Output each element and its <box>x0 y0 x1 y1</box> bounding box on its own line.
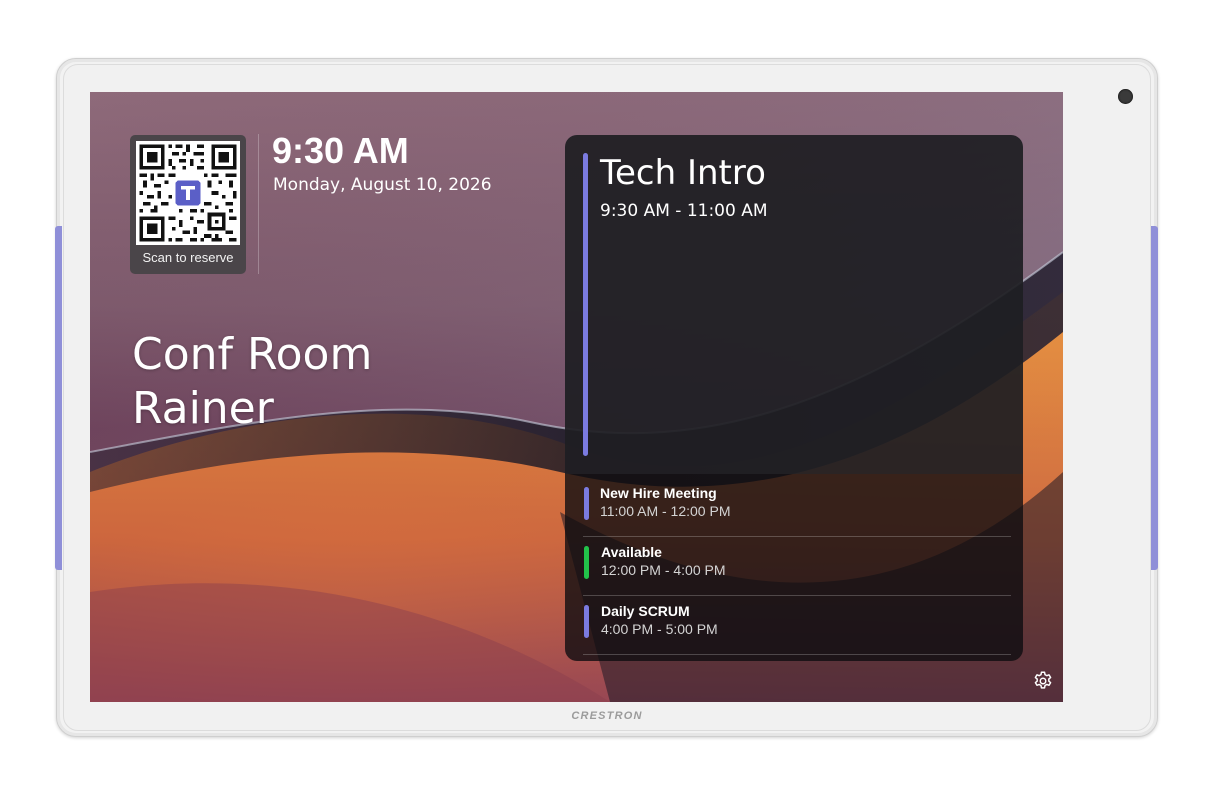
event-title: Available <box>601 544 662 560</box>
status-light-right <box>1151 226 1158 570</box>
qr-code-icon <box>136 141 240 245</box>
list-item[interactable]: New Hire Meeting 11:00 AM - 12:00 PM <box>583 477 1011 537</box>
current-meeting-card[interactable]: Tech Intro 9:30 AM - 11:00 AM <box>565 135 1023 474</box>
camera-icon <box>1118 89 1133 104</box>
upcoming-list: New Hire Meeting 11:00 AM - 12:00 PM Ava… <box>565 474 1023 661</box>
schedule-panel: Tech Intro 9:30 AM - 11:00 AM New Hire M… <box>565 135 1023 661</box>
current-date: Monday, August 10, 2026 <box>273 175 492 195</box>
current-meeting-time: 9:30 AM - 11:00 AM <box>600 201 768 221</box>
current-meeting-bar <box>583 153 588 456</box>
settings-button[interactable] <box>1032 670 1054 692</box>
current-meeting-title: Tech Intro <box>600 153 766 193</box>
event-title: Daily SCRUM <box>601 603 690 619</box>
qr-code-graphic <box>139 144 237 242</box>
event-color-bar <box>584 487 589 520</box>
brand-logo: CRESTRON <box>571 710 643 722</box>
status-light-left <box>55 226 62 570</box>
event-title: New Hire Meeting <box>600 485 717 501</box>
event-time: 11:00 AM - 12:00 PM <box>600 503 731 519</box>
room-name: Conf Room Rainer <box>132 329 373 434</box>
event-time: 12:00 PM - 4:00 PM <box>601 562 726 578</box>
event-color-bar <box>584 605 589 638</box>
header-divider <box>258 134 259 274</box>
list-item[interactable]: Daily SCRUM 4:00 PM - 5:00 PM <box>583 595 1011 655</box>
event-time: 4:00 PM - 5:00 PM <box>601 621 718 637</box>
gear-icon <box>1034 671 1052 689</box>
qr-caption: Scan to reserve <box>142 250 234 265</box>
qr-reserve-card[interactable]: Scan to reserve <box>130 135 246 274</box>
current-time: 9:30 AM <box>272 130 409 171</box>
touch-screen: Scan to reserve 9:30 AM Monday, August 1… <box>90 92 1063 702</box>
list-item[interactable]: Available 12:00 PM - 4:00 PM <box>583 536 1011 596</box>
event-color-bar <box>584 546 589 579</box>
